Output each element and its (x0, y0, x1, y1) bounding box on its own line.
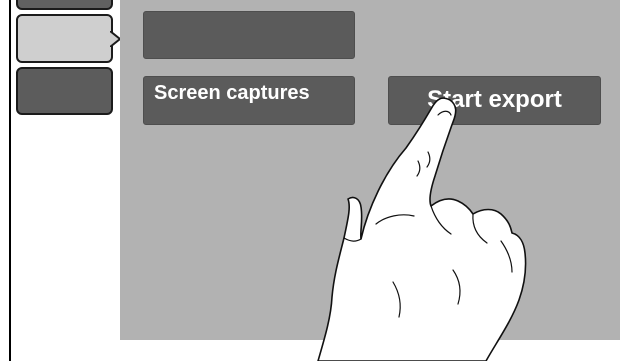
blank-button[interactable] (143, 11, 355, 59)
screen-captures-button[interactable]: Screen captures (143, 76, 355, 125)
start-export-button[interactable]: Start export (388, 76, 601, 125)
main-panel: Screen captures Start export (120, 0, 620, 340)
sidebar-tab-active[interactable] (16, 14, 113, 63)
sidebar-divider (9, 0, 11, 361)
sidebar-tab-top[interactable] (16, 0, 113, 10)
app-screen: Screen captures Start export (0, 0, 620, 361)
left-sidebar (0, 0, 122, 361)
start-export-label: Start export (427, 85, 562, 113)
screen-captures-label: Screen captures (154, 82, 310, 104)
sidebar-tab-bottom[interactable] (16, 67, 113, 115)
